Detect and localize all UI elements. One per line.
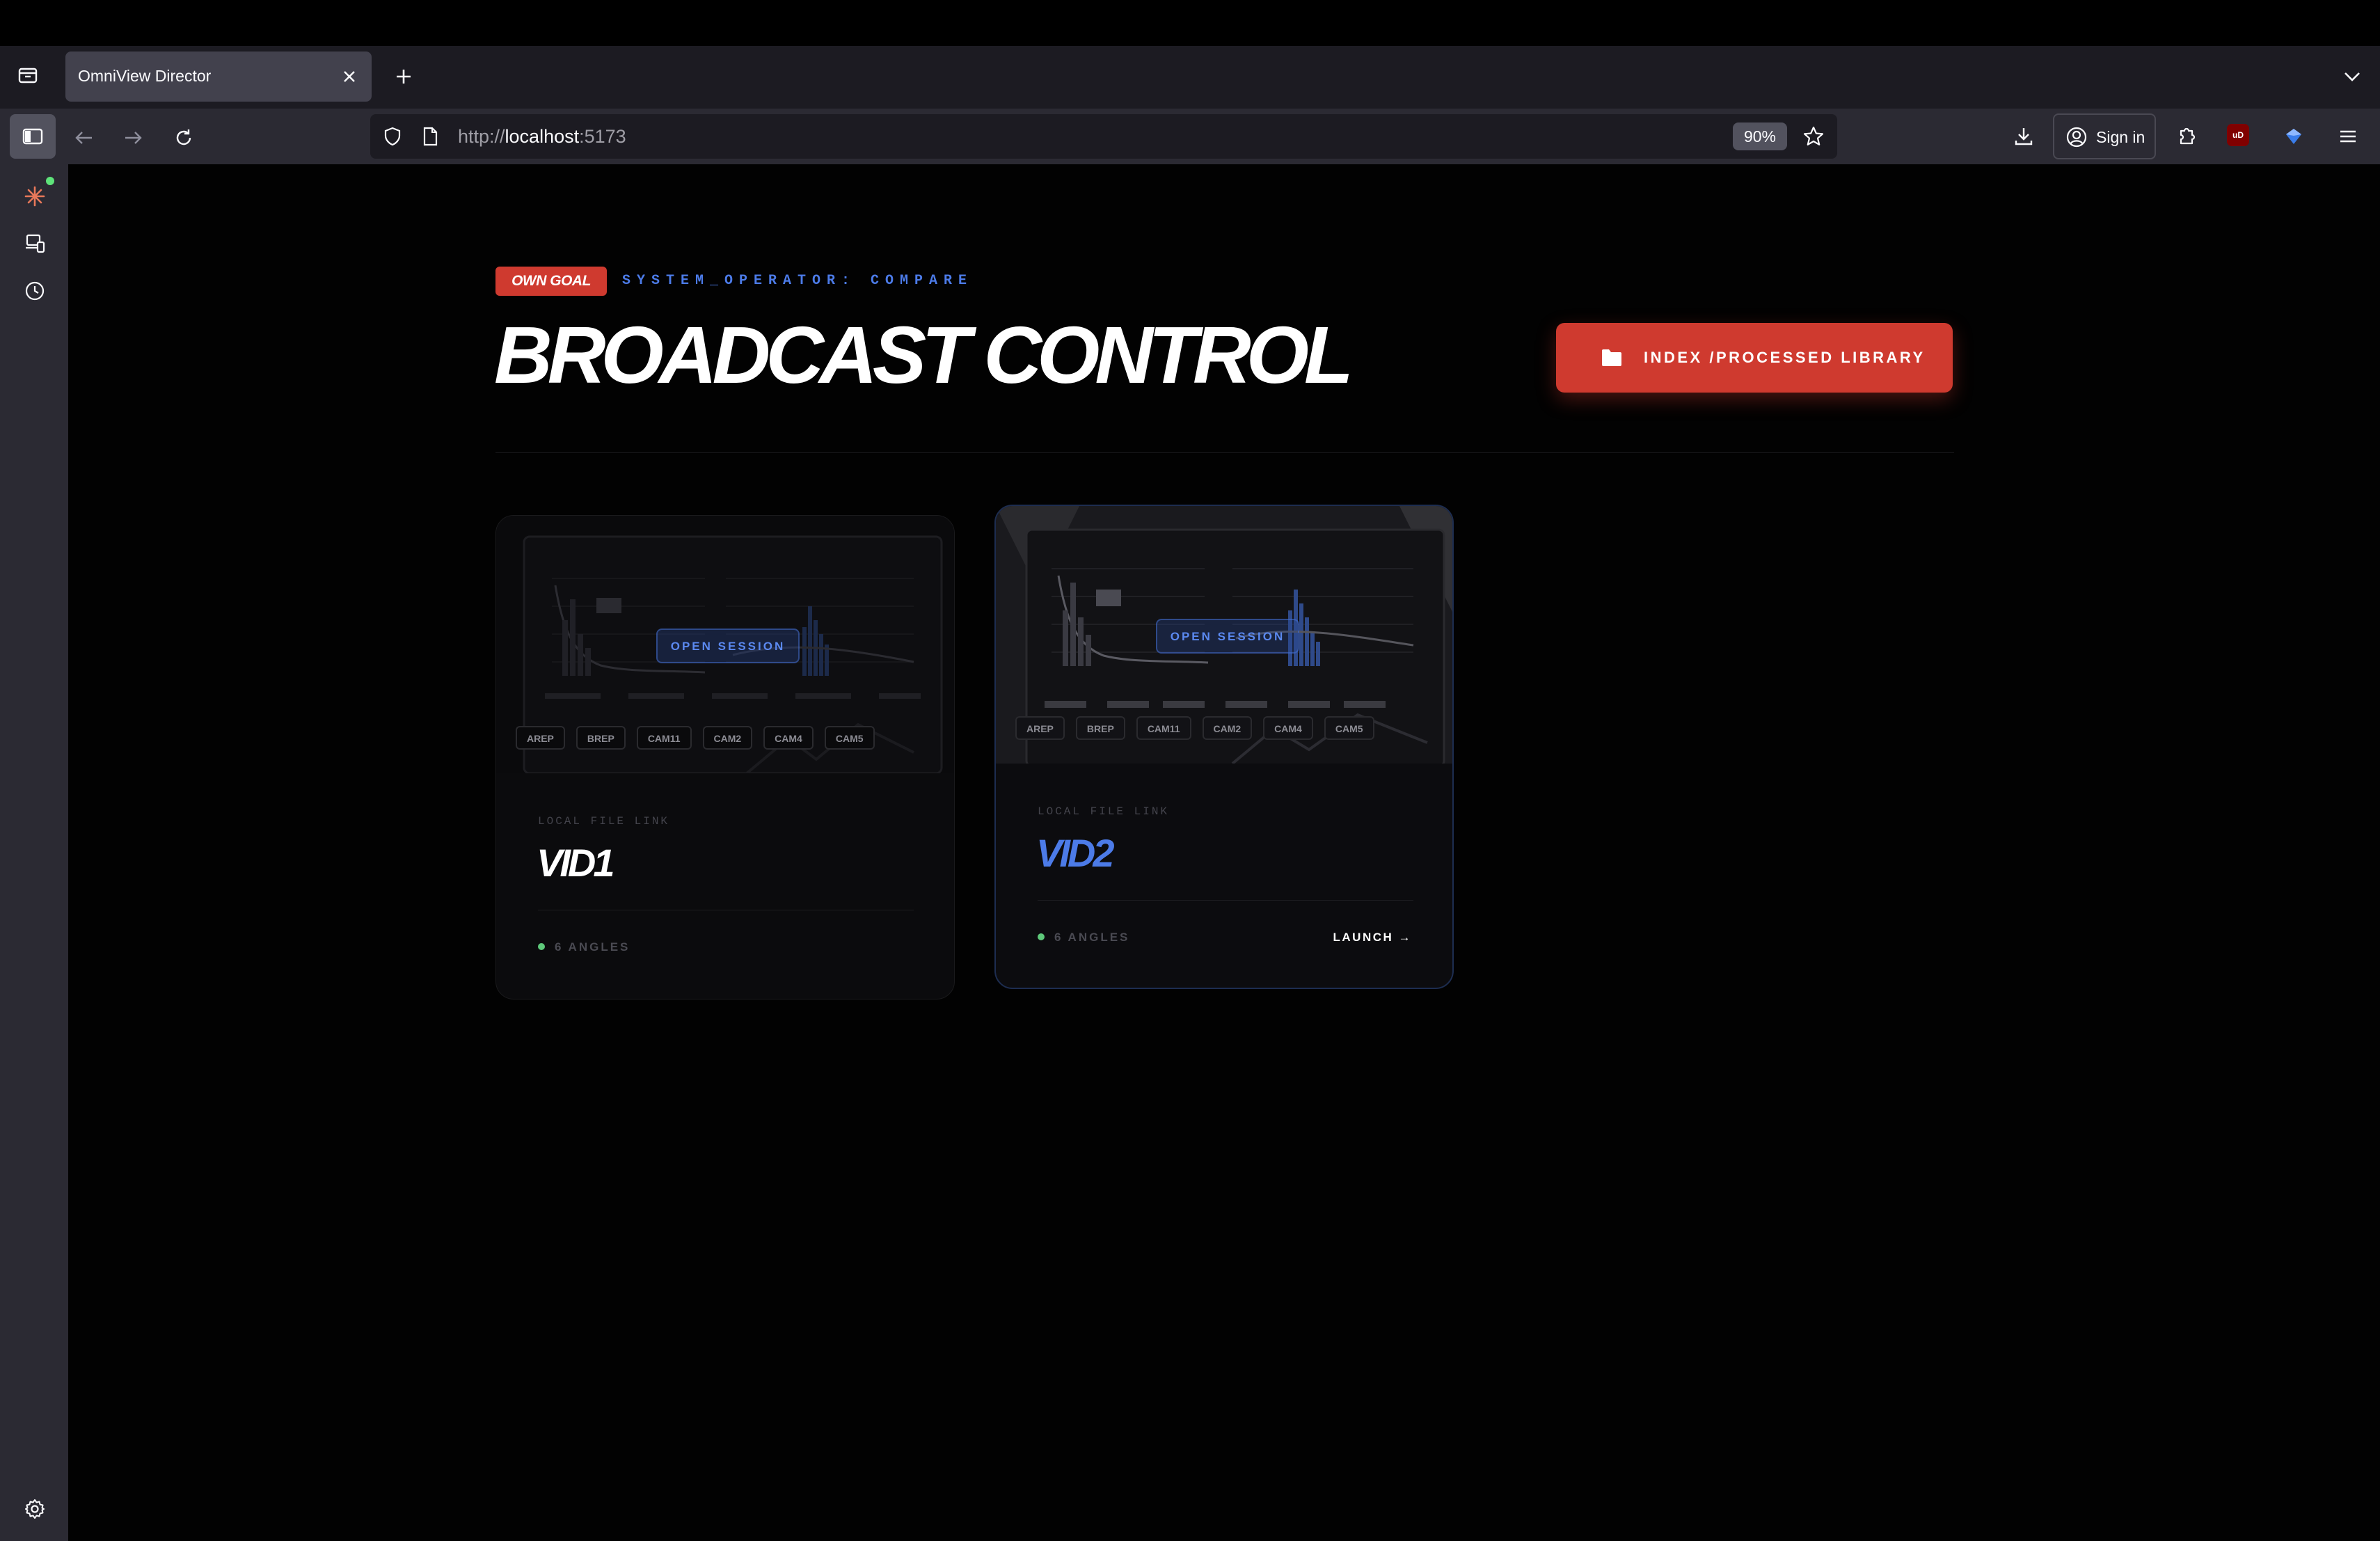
local-file-link-label: LOCAL FILE LINK (1038, 805, 1170, 818)
page-title: BROADCAST CONTROL (494, 310, 1354, 400)
launch-link[interactable]: LAUNCH → (1333, 931, 1413, 945)
header-divider (495, 452, 1954, 453)
tab-close-icon[interactable] (334, 61, 365, 92)
camera-chip[interactable]: BREP (576, 726, 626, 750)
status-dot (1038, 933, 1045, 940)
camera-chip[interactable]: CAM5 (824, 726, 875, 750)
processed-library-button[interactable]: INDEX /PROCESSED LIBRARY (1556, 323, 1953, 393)
session-thumbnail[interactable]: OPEN SESSION AREP BREP CAM11 CAM2 CAM4 C… (496, 516, 954, 773)
card-divider (1038, 900, 1413, 901)
session-thumbnail[interactable]: OPEN SESSION AREP BREP CAM11 CAM2 CAM4 C… (996, 506, 1452, 764)
url-text[interactable]: http://localhost:5173 (458, 126, 626, 148)
settings-gear-icon[interactable] (18, 1492, 51, 1526)
camera-chip[interactable]: CAM5 (1324, 716, 1374, 740)
address-bar[interactable]: http://localhost:5173 90% (370, 114, 1837, 159)
bookmark-star-icon[interactable] (1798, 121, 1829, 152)
camera-chip[interactable]: AREP (1015, 716, 1065, 740)
camera-chip[interactable]: CAM4 (763, 726, 814, 750)
camera-chip[interactable]: CAM4 (1263, 716, 1313, 740)
app-menu-hamburger-icon[interactable] (2331, 120, 2365, 153)
camera-chip[interactable]: CAM11 (636, 726, 692, 750)
history-clock-icon[interactable] (18, 274, 51, 308)
back-arrow-icon[interactable] (67, 121, 100, 155)
tab-title: OmniView Director (78, 67, 212, 85)
account-avatar-icon (2061, 122, 2092, 152)
extensions-puzzle-icon[interactable] (2170, 120, 2203, 153)
page-info-icon[interactable] (415, 121, 445, 152)
sidebar-status-dot (46, 177, 54, 185)
camera-angle-chips: AREP BREP CAM11 CAM2 CAM4 CAM5 (516, 726, 875, 750)
camera-chip[interactable]: CAM11 (1136, 716, 1191, 740)
synced-tabs-icon[interactable] (18, 227, 51, 260)
ublock-extension-icon[interactable]: uD (2227, 124, 2249, 146)
angle-count: 6 ANGLES (538, 940, 630, 954)
camera-angle-chips: AREP BREP CAM11 CAM2 CAM4 CAM5 (1015, 716, 1374, 740)
tab-manager-icon[interactable] (13, 60, 43, 90)
os-top-strip (0, 0, 2380, 46)
tab-list-chevron-down-icon[interactable] (2335, 60, 2369, 93)
folder-icon (1599, 345, 1624, 370)
session-name: VID1 (537, 841, 614, 885)
own-goal-badge: OWN GOAL (495, 267, 607, 296)
forward-arrow-icon[interactable] (117, 121, 150, 155)
zoom-level-indicator[interactable]: 90% (1733, 123, 1787, 150)
browser-sidebar (0, 109, 68, 1541)
sidebar-toggle-icon (17, 121, 48, 152)
session-card-vid1[interactable]: OPEN SESSION AREP BREP CAM11 CAM2 CAM4 C… (495, 515, 955, 999)
camera-chip[interactable]: CAM2 (702, 726, 753, 750)
angle-count: 6 ANGLES (1038, 931, 1129, 945)
open-session-button[interactable]: OPEN SESSION (1156, 619, 1299, 654)
open-session-button[interactable]: OPEN SESSION (656, 629, 800, 663)
processed-library-label: INDEX /PROCESSED LIBRARY (1644, 349, 1926, 366)
sign-in-label: Sign in (2096, 128, 2145, 146)
session-name: VID2 (1036, 831, 1114, 875)
camera-chip[interactable]: AREP (516, 726, 565, 750)
camera-chip[interactable]: BREP (1075, 716, 1125, 740)
camera-chip[interactable]: CAM2 (1202, 716, 1253, 740)
sign-in-button[interactable]: Sign in (2053, 113, 2156, 159)
downloads-icon[interactable] (2007, 120, 2040, 153)
session-card-vid2[interactable]: OPEN SESSION AREP BREP CAM11 CAM2 CAM4 C… (994, 505, 1454, 989)
sidebar-toggle-button[interactable] (10, 114, 56, 159)
reload-icon[interactable] (167, 121, 200, 155)
new-tab-plus-icon[interactable] (387, 60, 420, 93)
local-file-link-label: LOCAL FILE LINK (538, 815, 670, 828)
shield-icon[interactable] (377, 121, 408, 152)
blue-extension-icon[interactable] (2277, 120, 2310, 153)
tab-omniview-director[interactable]: OmniView Director (65, 52, 372, 102)
status-dot (538, 943, 545, 950)
system-operator-label: SYSTEM_OPERATOR: COMPARE (622, 273, 974, 289)
ai-chatbot-sparkle-icon[interactable] (18, 180, 51, 213)
